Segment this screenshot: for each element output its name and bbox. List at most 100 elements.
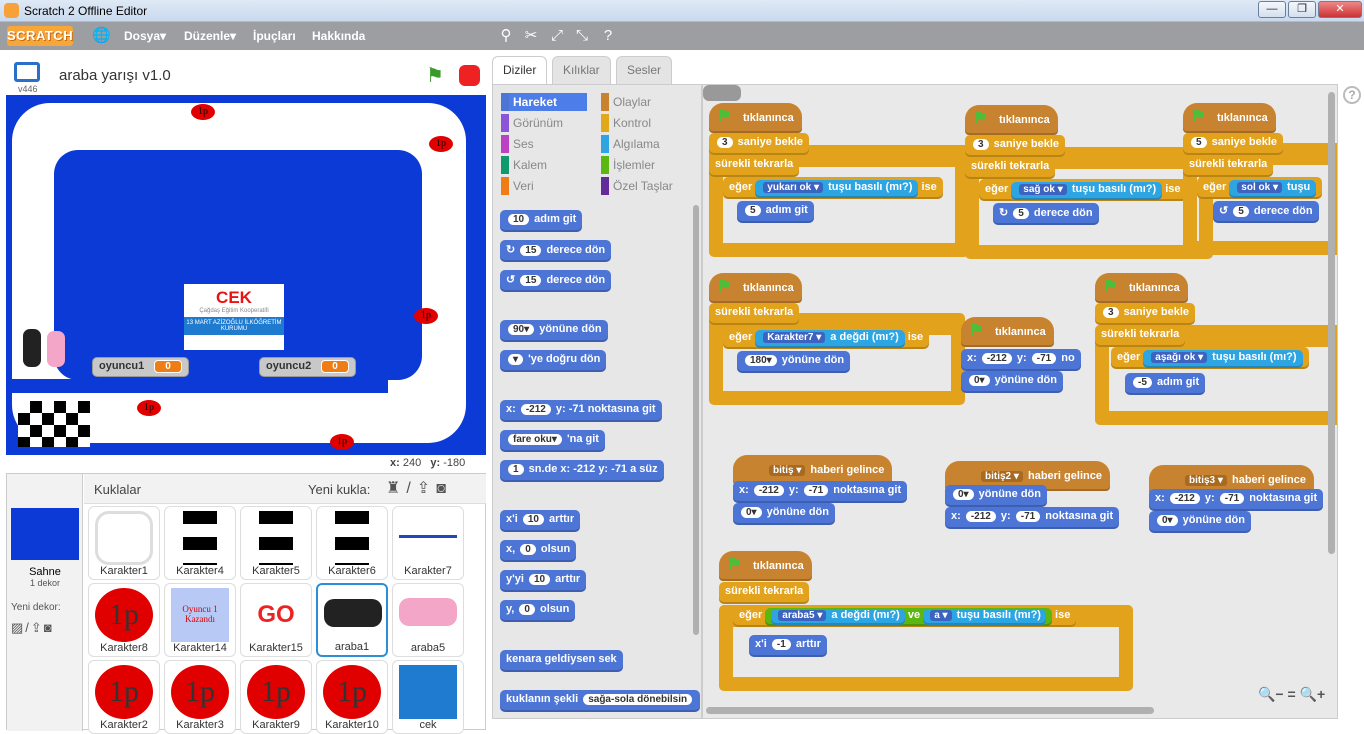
when-flag-clicked-block[interactable]: ⚑ tıklanınca <box>961 317 1054 347</box>
category-i̇şlemler[interactable]: İşlemler <box>601 156 687 174</box>
when-flag-clicked-block[interactable]: ⚑ tıklanınca <box>965 105 1058 135</box>
shrink-icon[interactable]: ⤡ <box>573 27 591 45</box>
scratch-logo[interactable]: SCRATCH <box>7 26 73 46</box>
sprite-library-icon[interactable]: ♜ <box>386 480 406 497</box>
sprite-thumb-karakter8[interactable]: 1p Karakter8 <box>88 583 160 657</box>
label-1p[interactable]: 1p <box>414 308 438 324</box>
forever-block[interactable]: sürekli tekrarla <box>1095 325 1186 347</box>
label-1p[interactable]: 1p <box>429 136 453 152</box>
category-özel taşlar[interactable]: Özel Taşlar <box>601 177 687 195</box>
cek-sign[interactable]: CEK Çağdaş Eğitim Kooperatifi 13 MART AZ… <box>184 284 284 350</box>
monitor-oyuncu1[interactable]: oyuncu1 0 <box>92 357 189 377</box>
pink-car[interactable] <box>47 331 65 367</box>
delete-icon[interactable]: ✂ <box>522 27 540 45</box>
block-input[interactable]: 15 <box>520 275 542 286</box>
new-sprite-tools[interactable]: ♜/⇪◙ <box>386 478 452 498</box>
point-direction-block[interactable]: 0▾ yönüne dön <box>733 503 835 525</box>
camera-icon[interactable]: ◙ <box>44 620 54 635</box>
point-direction-block[interactable]: 0▾ yönüne dön <box>961 371 1063 393</box>
block-input[interactable]: -212 <box>520 404 551 415</box>
when-flag-clicked-block[interactable]: ⚑ tıklanınca <box>1183 103 1276 133</box>
zoom-out-button[interactable]: 🔍− <box>1258 686 1284 702</box>
sprite-thumb-karakter7[interactable]: Karakter7 <box>392 506 464 580</box>
block-input[interactable]: 15 <box>520 245 542 256</box>
block-input[interactable]: 1 <box>508 464 524 475</box>
upload-icon[interactable]: ⇪ <box>31 620 44 635</box>
palette-block[interactable]: y'yi 10 arttır <box>500 570 587 592</box>
point-direction-block[interactable]: 0▾ yönüne dön <box>1149 511 1251 533</box>
car-icon[interactable] <box>703 85 741 101</box>
palette-block[interactable]: x'i 10 arttır <box>500 510 581 532</box>
label-1p[interactable]: 1p <box>191 104 215 120</box>
stage-selector[interactable]: Sahne 1 dekor Yeni dekor: ▨/⇪◙ <box>7 474 83 731</box>
label-1p[interactable]: 1p <box>330 434 354 450</box>
globe-icon[interactable]: 🌐 <box>92 27 111 45</box>
category-hareket[interactable]: Hareket <box>501 93 587 111</box>
menu-about[interactable]: Hakkında <box>312 29 365 43</box>
forever-block[interactable]: sürekli tekrarla <box>709 303 800 325</box>
move-block[interactable]: 5 adım git <box>737 201 814 223</box>
sprite-thumb-araba1[interactable]: araba1 <box>316 583 388 657</box>
sprite-thumb-karakter2[interactable]: 1p Karakter2 <box>88 660 160 734</box>
block-input[interactable]: ▾ <box>508 354 524 365</box>
script-area[interactable]: ⚑ tıklanınca 3 saniye bekle sürekli tekrarl… <box>702 84 1338 719</box>
script-vscroll[interactable] <box>1328 92 1335 554</box>
when-flag-clicked-block[interactable]: ⚑ tıklanınca <box>709 103 802 133</box>
change-x-block[interactable]: x'i -1 arttır <box>749 635 827 657</box>
sprite-thumb-araba5[interactable]: araba5 <box>392 583 464 657</box>
block-input[interactable]: 90▾ <box>508 324 535 335</box>
close-button[interactable]: ✕ <box>1318 1 1362 18</box>
category-ses[interactable]: Ses <box>501 135 587 153</box>
sprite-thumb-karakter4[interactable]: Karakter4 <box>164 506 236 580</box>
if-block[interactable]: eğer sol ok ▾ tuşu <box>1197 177 1323 199</box>
palette-block[interactable]: y, 0 olsun <box>500 600 576 622</box>
minimize-button[interactable]: — <box>1258 1 1286 18</box>
if-block[interactable]: eğer sağ ok ▾ tuşu basılı (mı?) ise <box>979 179 1187 201</box>
goto-xy-block[interactable]: x: -212 y: -71 noktasına git <box>945 507 1120 529</box>
palette-block[interactable]: 10 adım git <box>500 210 583 232</box>
turn-left-block[interactable]: ↺ 5 derece dön <box>1213 201 1319 223</box>
label-1p[interactable]: 1p <box>137 400 161 416</box>
finish-flag[interactable] <box>18 401 90 447</box>
goto-xy-block[interactable]: x: -212 y: -71 no <box>961 349 1081 371</box>
wait-block[interactable]: 3 saniye bekle <box>1095 303 1196 325</box>
sprite-thumb-karakter5[interactable]: Karakter5 <box>240 506 312 580</box>
fullscreen-icon[interactable] <box>14 62 40 82</box>
project-title[interactable]: araba yarışı v1.0 <box>59 67 171 84</box>
forever-block[interactable]: sürekli tekrarla <box>1183 155 1274 177</box>
sprite-thumb-cek[interactable]: cek <box>392 660 464 734</box>
palette-block[interactable]: x: -212 y: -71 noktasına git <box>500 400 662 422</box>
block-input[interactable]: sağa-sola dönebilsin <box>583 694 693 705</box>
wait-block[interactable]: 3 saniye bekle <box>709 133 810 155</box>
palette-block[interactable]: 90▾ yönüne dön <box>500 320 608 342</box>
goto-xy-block[interactable]: x: -212 y: -71 noktasına git <box>1149 489 1324 511</box>
monitor-oyuncu2[interactable]: oyuncu2 0 <box>259 357 356 377</box>
sprite-thumb-karakter3[interactable]: 1p Karakter3 <box>164 660 236 734</box>
grow-icon[interactable]: ⤢ <box>548 27 566 45</box>
block-input[interactable]: 10 <box>522 514 544 525</box>
sprite-thumb-karakter1[interactable]: Karakter1 <box>88 506 160 580</box>
palette-block[interactable]: ▾ 'ye doğru dön <box>500 350 607 372</box>
palette-block[interactable]: fare oku▾ 'na git <box>500 430 605 452</box>
green-flag-icon[interactable]: ⚑ <box>426 63 444 88</box>
wait-block[interactable]: 3 saniye bekle <box>965 135 1066 157</box>
palette-block[interactable]: kenara geldiysen sek <box>500 650 623 672</box>
palette-scrollbar[interactable] <box>693 205 699 635</box>
upload-icon[interactable]: ⇪ <box>417 480 436 497</box>
if-block[interactable]: eğer araba5 ▾ a değdi (mı?) ve a ▾ tuşu … <box>733 605 1077 627</box>
tab-costumes[interactable]: Kılıklar <box>552 56 611 84</box>
category-kontrol[interactable]: Kontrol <box>601 114 687 132</box>
block-input[interactable]: fare oku▾ <box>508 434 562 445</box>
palette-block[interactable]: kuklanın şekli sağa-sola dönebilsin <box>500 690 701 712</box>
palette-block[interactable]: ↻ 15 derece dön <box>500 240 612 262</box>
when-flag-clicked-block[interactable]: ⚑ tıklanınca <box>719 551 812 581</box>
when-flag-clicked-block[interactable]: ⚑ tıklanınca <box>709 273 802 303</box>
palette-block[interactable]: x, 0 olsun <box>500 540 577 562</box>
if-block[interactable]: eğer Karakter7 ▾ a değdi (mı?) ise <box>723 327 930 349</box>
category-veri[interactable]: Veri <box>501 177 587 195</box>
paint-icon[interactable]: / <box>406 480 416 497</box>
palette-block[interactable]: ↺ 15 derece dön <box>500 270 612 292</box>
sprite-thumb-karakter15[interactable]: GO Karakter15 <box>240 583 312 657</box>
zoom-in-button[interactable]: 🔍+ <box>1300 686 1326 702</box>
maximize-button[interactable]: ❐ <box>1288 1 1316 18</box>
